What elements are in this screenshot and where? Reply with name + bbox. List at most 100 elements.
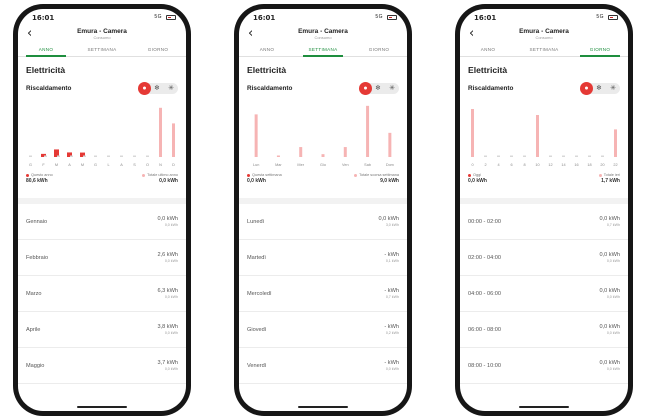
legend-current-value: 0,0 kWh xyxy=(468,178,487,184)
legend-previous: Totale scorsa settimana 9,0 kWh xyxy=(323,173,399,191)
bar-previous-5[interactable] xyxy=(94,155,97,158)
bar-previous-10[interactable] xyxy=(159,107,162,157)
bar-previous-8[interactable] xyxy=(575,155,578,158)
flame-icon[interactable]: ● xyxy=(138,81,151,95)
bar-previous-4[interactable] xyxy=(523,155,526,158)
tab-giorno[interactable]: GIORNO xyxy=(351,43,407,56)
tab-giorno[interactable]: GIORNO xyxy=(130,43,186,56)
bar-previous-1[interactable] xyxy=(484,155,487,158)
bar-previous-11[interactable] xyxy=(614,129,617,157)
bar-previous-4[interactable] xyxy=(83,155,86,158)
nav-header: ‹ Emura - Camera Consumo xyxy=(239,27,407,43)
list-item[interactable]: Lunedì 0,0 kWh 3,0 kWh xyxy=(239,204,407,240)
fan-icon[interactable]: ✳ xyxy=(385,82,399,94)
row-previous-value: 0,0 kWh xyxy=(606,295,620,299)
list-item[interactable]: 06:00 - 08:00 0,0 kWh 0,0 kWh xyxy=(460,312,628,348)
nav-header: ‹ Emura - Camera Consumo xyxy=(460,27,628,43)
bar-previous-5[interactable] xyxy=(366,105,370,157)
list-item[interactable]: Mercoledì - kWh 0,7 kWh xyxy=(239,276,407,312)
bar-previous-1[interactable] xyxy=(44,155,47,158)
bar-previous-8[interactable] xyxy=(133,155,136,158)
nav-header: ‹ Emura - Camera Consumo xyxy=(18,27,186,43)
bar-previous-2[interactable] xyxy=(299,147,303,157)
x-tick-label: L xyxy=(107,163,110,167)
page-title: Emura - Camera xyxy=(77,28,127,35)
row-value: 2,6 kWh xyxy=(157,252,178,258)
legend-dot-previous xyxy=(142,173,146,177)
list-item[interactable]: Giovedì - kWh 0,2 kWh xyxy=(239,312,407,348)
row-label: Giovedì xyxy=(247,326,267,333)
x-tick-label: 8 xyxy=(523,163,526,167)
bar-previous-1[interactable] xyxy=(276,155,280,158)
bar-previous-9[interactable] xyxy=(588,155,591,158)
bar-previous-9[interactable] xyxy=(146,155,149,158)
flame-icon[interactable]: ● xyxy=(359,81,372,95)
tab-settimana[interactable]: SETTIMANA xyxy=(516,43,572,56)
bar-previous-6[interactable] xyxy=(107,155,110,158)
row-values: 0,0 kWh 0,0 kWh xyxy=(599,252,620,263)
row-label: 06:00 - 08:00 xyxy=(468,326,501,333)
flame-icon[interactable]: ● xyxy=(580,81,593,95)
bar-previous-7[interactable] xyxy=(562,155,565,158)
back-arrow-icon[interactable]: ‹ xyxy=(469,27,474,40)
page-title: Emura - Camera xyxy=(519,28,569,35)
bar-previous-0[interactable] xyxy=(29,155,32,158)
row-previous-value: 0,0 kWh xyxy=(164,331,178,335)
list-item[interactable]: Marzo 6,3 kWh 0,0 kWh xyxy=(18,276,186,312)
tab-anno[interactable]: ANNO xyxy=(460,43,516,56)
tab-settimana[interactable]: SETTIMANA xyxy=(295,43,351,57)
bar-previous-6[interactable] xyxy=(549,155,552,158)
bar-previous-4[interactable] xyxy=(343,147,347,157)
bar-previous-3[interactable] xyxy=(321,154,325,157)
fan-icon[interactable]: ✳ xyxy=(606,82,620,94)
row-value: 0,0 kWh xyxy=(599,360,620,366)
tab-anno[interactable]: ANNO xyxy=(18,43,74,57)
bar-previous-5[interactable] xyxy=(536,115,539,157)
list-item[interactable]: Febbraio 2,6 kWh 0,0 kWh xyxy=(18,240,186,276)
bar-previous-6[interactable] xyxy=(388,132,392,157)
bar-previous-7[interactable] xyxy=(120,155,123,158)
bar-previous-3[interactable] xyxy=(510,155,513,158)
back-arrow-icon[interactable]: ‹ xyxy=(27,27,32,40)
x-tick-label: 20 xyxy=(600,163,605,167)
bar-previous-2[interactable] xyxy=(57,155,60,158)
list-item[interactable]: Martedì - kWh 0,1 kWh xyxy=(239,240,407,276)
row-value: - kWh xyxy=(384,252,399,258)
period-tabs: ANNO SETTIMANA GIORNO xyxy=(239,43,407,57)
row-values: - kWh 0,1 kWh xyxy=(384,252,399,263)
x-tick-label: Sab xyxy=(364,163,371,167)
tab-settimana[interactable]: SETTIMANA xyxy=(74,43,130,56)
bar-previous-10[interactable] xyxy=(601,155,604,158)
list-item[interactable]: Aprile 3,8 kWh 0,0 kWh xyxy=(18,312,186,348)
list-item[interactable]: 08:00 - 10:00 0,0 kWh 0,0 kWh xyxy=(460,348,628,384)
bar-previous-11[interactable] xyxy=(172,123,175,157)
back-arrow-icon[interactable]: ‹ xyxy=(248,27,253,40)
phone-frame: 16:01 5G ‹ Emura - Camera Consumo ANNO S… xyxy=(234,4,412,416)
tab-giorno[interactable]: GIORNO xyxy=(572,43,628,57)
row-value: - kWh xyxy=(384,360,399,366)
x-tick-label: 10 xyxy=(535,163,540,167)
legend-current-label: Questo anno xyxy=(31,173,53,177)
list-item[interactable]: Gennaio 0,0 kWh 0,0 kWh xyxy=(18,204,186,240)
bar-previous-0[interactable] xyxy=(471,109,474,157)
list-item[interactable]: 00:00 - 02:00 0,0 kWh 0,7 kWh xyxy=(460,204,628,240)
list-item[interactable]: Maggio 3,7 kWh 0,0 kWh xyxy=(18,348,186,384)
x-tick-label: 14 xyxy=(561,163,566,167)
x-tick-label: Mar xyxy=(275,163,282,167)
list-item[interactable]: 04:00 - 06:00 0,0 kWh 0,0 kWh xyxy=(460,276,628,312)
tab-anno[interactable]: ANNO xyxy=(239,43,295,56)
section-title: Elettricità xyxy=(247,65,287,75)
list-item[interactable]: Venerdì - kWh 0,0 kWh xyxy=(239,348,407,384)
fan-icon[interactable]: ✳ xyxy=(164,82,178,94)
row-values: 0,0 kWh 0,0 kWh xyxy=(599,360,620,371)
row-label: 08:00 - 10:00 xyxy=(468,362,501,369)
chart-x-axis: GFMAMGLASOND xyxy=(24,161,180,170)
row-values: 3,7 kWh 0,0 kWh xyxy=(157,360,178,371)
list-item[interactable]: 02:00 - 04:00 0,0 kWh 0,0 kWh xyxy=(460,240,628,276)
bar-previous-2[interactable] xyxy=(497,155,500,158)
bar-previous-3[interactable] xyxy=(70,155,73,158)
x-tick-label: 18 xyxy=(587,163,592,167)
row-value: 0,0 kWh xyxy=(599,216,620,222)
row-values: - kWh 0,2 kWh xyxy=(384,324,399,335)
bar-previous-0[interactable] xyxy=(254,114,258,157)
